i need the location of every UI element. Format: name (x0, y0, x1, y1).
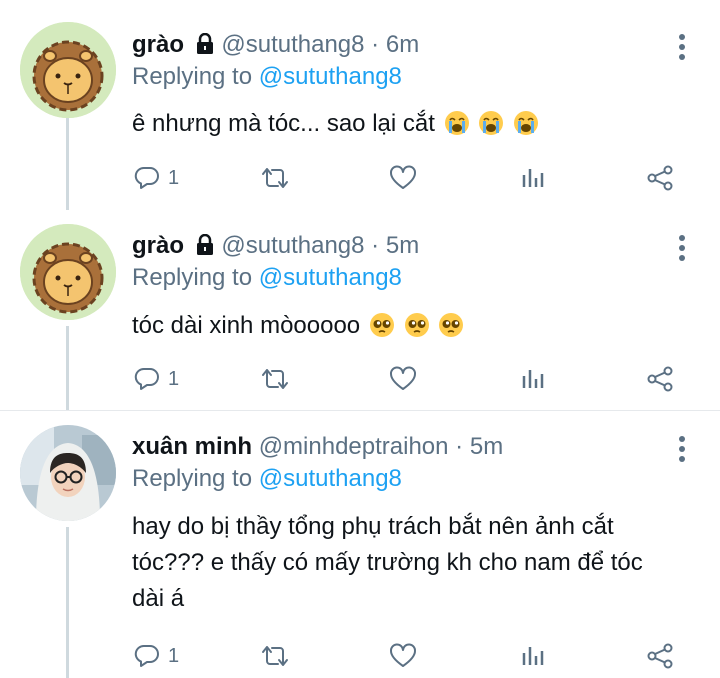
user-handle[interactable]: @sututhang8 (221, 232, 364, 259)
replying-to-label: Replying to (132, 63, 253, 90)
tweet-text-line: tóc??? e thấy có mấy trường kh cho nam đ… (132, 549, 643, 576)
analytics-button[interactable] (520, 359, 546, 399)
tweet-text-line: hay do bị thầy tổng phụ trách bắt nên ản… (132, 513, 614, 540)
avatar[interactable] (20, 425, 116, 521)
user-handle[interactable]: @sututhang8 (221, 31, 364, 58)
reply-button[interactable]: 1 (134, 359, 179, 399)
analytics-button[interactable] (520, 636, 546, 676)
reply-icon (134, 165, 160, 191)
separator: · (371, 31, 380, 58)
tweet[interactable]: xuân minh @minhdeptraihon · 5m Replying … (0, 410, 720, 678)
retweet-icon (258, 366, 292, 392)
more-vertical-icon[interactable] (678, 34, 686, 60)
like-button[interactable] (389, 158, 417, 198)
timestamp[interactable]: 5m (386, 232, 419, 259)
tweet-text-content: ê nhưng mà tóc... sao lại cắt (132, 110, 435, 137)
tweet-header: xuân minh @minhdeptraihon · 5m (132, 432, 503, 462)
lion-avatar-image (20, 22, 116, 118)
more-vertical-icon[interactable] (678, 235, 686, 261)
display-name[interactable]: xuân minh (132, 433, 252, 460)
heart-icon (389, 366, 417, 392)
separator: · (371, 232, 380, 259)
share-button[interactable] (646, 359, 674, 399)
loudly-crying-face-icon (478, 110, 504, 147)
mention-link[interactable]: @sututhang8 (259, 264, 402, 291)
share-button[interactable] (646, 636, 674, 676)
tweet-actions: 1 (0, 359, 720, 399)
reply-icon (134, 643, 160, 669)
tweet-text: tóc dài xinh mòooooo (132, 308, 692, 349)
tweet[interactable]: grào @sututhang8 · 6m Replying to @sutut… (0, 0, 720, 210)
tweet[interactable]: grào @sututhang8 · 5m Replying to @sutut… (0, 210, 720, 410)
pleading-face-icon (369, 312, 395, 349)
lion-avatar-image (20, 224, 116, 320)
reply-count: 1 (168, 166, 180, 189)
display-name[interactable]: grào (132, 232, 184, 259)
replying-to: Replying to @sututhang8 (132, 62, 402, 92)
more-vertical-icon[interactable] (678, 436, 686, 462)
tweet-header: grào @sututhang8 · 6m (132, 30, 419, 60)
analytics-button[interactable] (520, 158, 546, 198)
replying-to: Replying to @sututhang8 (132, 263, 402, 293)
timestamp[interactable]: 6m (386, 31, 419, 58)
replying-to: Replying to @sututhang8 (132, 464, 402, 494)
display-name[interactable]: grào (132, 31, 184, 58)
tweet-text-line: dài á (132, 585, 185, 612)
analytics-icon (520, 366, 546, 392)
like-button[interactable] (389, 359, 417, 399)
tweet-text: hay do bị thầy tổng phụ trách bắt nên ản… (132, 509, 692, 617)
tweet-text: ê nhưng mà tóc... sao lại cắt (132, 106, 692, 147)
heart-icon (389, 643, 417, 669)
person-avatar-image (20, 425, 116, 521)
mention-link[interactable]: @sututhang8 (259, 63, 402, 90)
analytics-icon (520, 643, 546, 669)
pleading-face-icon (404, 312, 430, 349)
separator: · (455, 433, 464, 460)
timestamp[interactable]: 5m (470, 433, 503, 460)
share-icon (646, 366, 674, 392)
heart-icon (389, 165, 417, 191)
avatar[interactable] (20, 224, 116, 320)
like-button[interactable] (389, 636, 417, 676)
retweet-icon (258, 643, 292, 669)
reply-count: 1 (168, 367, 180, 390)
avatar[interactable] (20, 22, 116, 118)
tweet-text-content: tóc dài xinh mòooooo (132, 312, 361, 339)
analytics-icon (520, 165, 546, 191)
lock-icon (195, 233, 215, 264)
tweet-actions: 1 (0, 636, 720, 676)
reply-button[interactable]: 1 (134, 636, 179, 676)
retweet-button[interactable] (258, 158, 292, 198)
user-handle[interactable]: @minhdeptraihon (259, 433, 449, 460)
replying-to-label: Replying to (132, 264, 253, 291)
reply-icon (134, 366, 160, 392)
share-button[interactable] (646, 158, 674, 198)
retweet-button[interactable] (258, 636, 292, 676)
retweet-icon (258, 165, 292, 191)
loudly-crying-face-icon (444, 110, 470, 147)
conversation-feed: grào @sututhang8 · 6m Replying to @sutut… (0, 0, 720, 678)
reply-button[interactable]: 1 (134, 158, 179, 198)
lock-icon (195, 32, 215, 63)
share-icon (646, 165, 674, 191)
reply-count: 1 (168, 644, 180, 667)
loudly-crying-face-icon (513, 110, 539, 147)
retweet-button[interactable] (258, 359, 292, 399)
mention-link[interactable]: @sututhang8 (259, 465, 402, 492)
tweet-header: grào @sututhang8 · 5m (132, 231, 419, 261)
tweet-actions: 1 (0, 158, 720, 198)
replying-to-label: Replying to (132, 465, 253, 492)
pleading-face-icon (438, 312, 464, 349)
share-icon (646, 643, 674, 669)
